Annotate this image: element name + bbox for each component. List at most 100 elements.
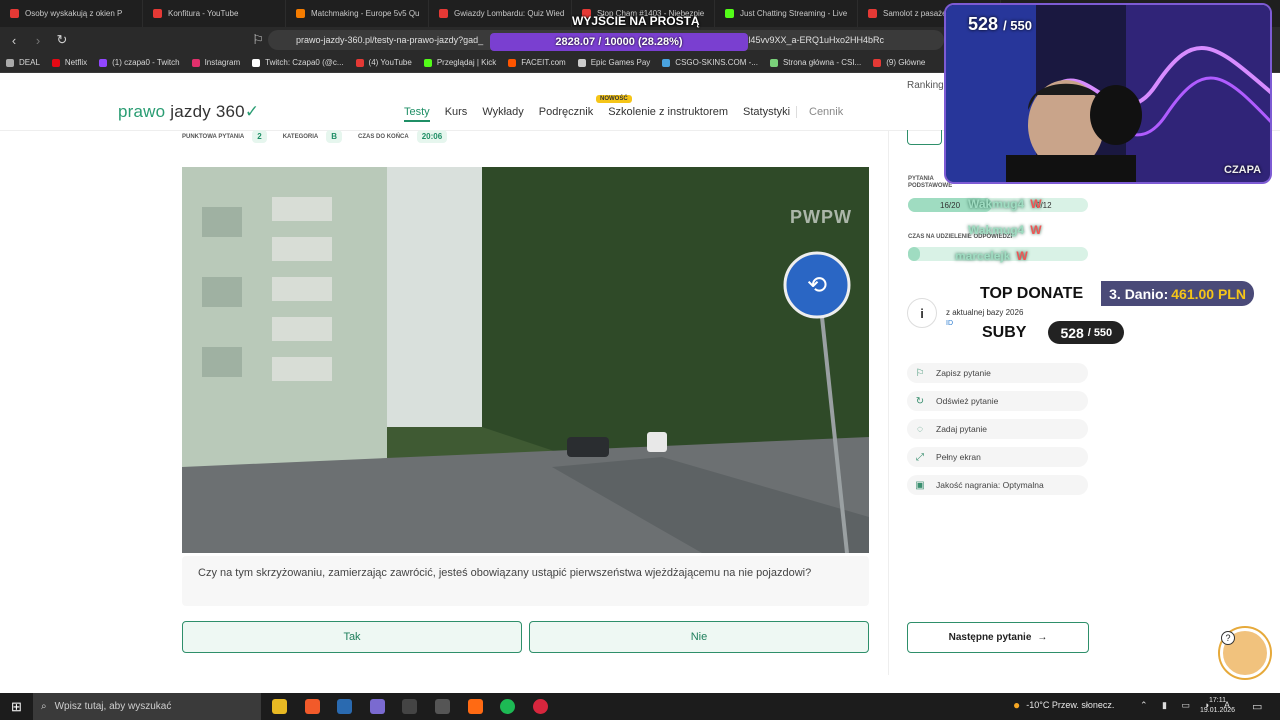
tab-favicon-icon xyxy=(153,9,162,18)
back-icon[interactable]: ‹ xyxy=(4,30,24,50)
bookmark-label: Netflix xyxy=(64,58,88,67)
sidebar-menu-label: Jakość nagrania: Optymalna xyxy=(936,480,1044,490)
bookmark-item[interactable]: Twitch: Czapa0 (@c... xyxy=(252,58,344,67)
sidebar-menu-item[interactable]: ⤢ Pełny ekran xyxy=(907,447,1088,467)
bookmark-favicon-icon xyxy=(873,58,882,67)
bookmark-item[interactable]: Przeglądaj | Kick xyxy=(423,58,496,67)
nav-item[interactable]: Kurs xyxy=(445,106,468,122)
ranking-link[interactable]: Ranking xyxy=(907,80,944,91)
webcam-sub-counter: 528 / 550 xyxy=(968,14,1032,35)
top-donate-label: TOP DONATE xyxy=(960,281,1102,306)
bookmark-item[interactable]: DEAL xyxy=(6,58,40,67)
bookmark-label: Epic Games Pay xyxy=(590,58,651,67)
bookmark-favicon-icon xyxy=(508,58,517,67)
sidebar-menu-label: Zadaj pytanie xyxy=(936,424,988,434)
question-video[interactable]: ⟲ PWPW xyxy=(182,167,869,553)
top-donate-amount: 461.00 PLN xyxy=(1171,285,1246,302)
chat-user: Wakmug4 xyxy=(968,197,1025,211)
chat-message: Wakmug4 W xyxy=(968,223,1042,237)
browser-tab[interactable]: Konfitura - YouTube xyxy=(143,0,286,27)
bookmark-item[interactable]: Epic Games Pay xyxy=(577,58,651,67)
tab-favicon-icon xyxy=(868,9,877,18)
base-info-text: z aktualnej bazy 2026 xyxy=(946,308,1024,317)
chat-text: W xyxy=(1030,197,1042,211)
answer-yes-button[interactable]: Tak xyxy=(182,621,522,653)
steam-icon[interactable] xyxy=(337,699,352,714)
browser-tab[interactable]: Just Chatting Streaming - Live xyxy=(715,0,858,27)
sidebar-menu-label: Zapisz pytanie xyxy=(936,368,991,378)
nav-item[interactable]: Wykłady xyxy=(482,106,523,122)
bookmark-label: (1) czapa0 - Twitch xyxy=(112,58,180,67)
nav-item[interactable]: Testy xyxy=(404,106,430,122)
sidebar-menu-item[interactable]: ▣ Jakość nagrania: Optymalna xyxy=(907,475,1088,495)
bookmark-item[interactable]: CSGO-SKINS.COM -... xyxy=(662,58,758,67)
bookmark-item[interactable]: (1) czapa0 - Twitch xyxy=(99,58,180,67)
question-text: Czy na tym skrzyżowaniu, zamierzając zaw… xyxy=(182,556,869,606)
bookmark-item[interactable]: FACEIT.com xyxy=(508,58,566,67)
sidebar-menu-item[interactable]: ◌ Zadaj pytanie xyxy=(907,419,1088,439)
video-icon: ▣ xyxy=(915,479,925,491)
file-explorer-icon[interactable] xyxy=(272,699,287,714)
tab-title: Gwiazdy Lombardu: Quiz Wied xyxy=(454,9,565,18)
next-question-button[interactable]: Następne pytanie → xyxy=(907,622,1089,653)
sidebar-menu-label: Pełny ekran xyxy=(936,452,981,462)
bookmark-favicon-icon xyxy=(191,58,200,67)
discord-icon[interactable] xyxy=(370,699,385,714)
logo-part-a: prawo xyxy=(118,102,166,121)
taskbar-search[interactable]: ⌕ Wpisz tutaj, aby wyszukać xyxy=(33,693,261,720)
brave-icon[interactable] xyxy=(305,699,320,714)
tab-title: Osoby wyskakują z okien P xyxy=(25,9,123,18)
opera-gx-icon[interactable] xyxy=(533,699,548,714)
next-question-label: Następne pytanie xyxy=(948,632,1032,643)
tab-favicon-icon xyxy=(725,9,734,18)
epic-games-icon[interactable] xyxy=(402,699,417,714)
reload-icon[interactable]: ↻ xyxy=(52,30,72,50)
bookmark-item[interactable]: Instagram xyxy=(191,58,241,67)
help-icon[interactable]: ? xyxy=(1221,631,1235,645)
sun-icon: ● xyxy=(1013,698,1021,712)
category-value[interactable]: B xyxy=(326,130,343,143)
forward-icon[interactable]: › xyxy=(28,30,48,50)
bookmark-label: Twitch: Czapa0 (@c... xyxy=(265,58,344,67)
clock-date: 19.01.2026 xyxy=(1200,707,1236,714)
tab-title: Matchmaking - Europe 5v5 Qu xyxy=(311,9,420,18)
site-logo[interactable]: prawo jazdy 360✓ xyxy=(118,102,259,122)
taskbar-search-placeholder: Wpisz tutaj, aby wyszukać xyxy=(54,701,172,712)
subs-overlay: SUBY 528 / 550 xyxy=(960,320,1125,345)
faceit-icon[interactable] xyxy=(468,699,483,714)
spotify-icon[interactable] xyxy=(500,699,515,714)
clock-time: 17:11 xyxy=(1209,697,1227,704)
bookmark-item[interactable]: (9) Główne xyxy=(873,58,925,67)
sidebar-menu-item[interactable]: ⚐ Zapisz pytanie xyxy=(907,363,1088,383)
browser-tab[interactable]: Gwiazdy Lombardu: Quiz Wied xyxy=(429,0,572,27)
bookmark-label: DEAL xyxy=(19,58,40,67)
bookmark-item[interactable]: Strona główna - CSI... xyxy=(769,58,861,67)
nav-item[interactable]: Podręcznik xyxy=(539,106,593,122)
refresh-icon: ↻ xyxy=(915,395,925,407)
sidebar-top-button[interactable] xyxy=(907,130,942,145)
weather-widget[interactable]: ● -10°C Przew. słonecz. xyxy=(1013,698,1114,712)
tab-title: Samolot z pasażer xyxy=(883,9,950,18)
obs-icon[interactable] xyxy=(435,699,450,714)
arrow-right-icon: → xyxy=(1037,632,1048,643)
bookmark-item[interactable]: Netflix xyxy=(51,58,88,67)
logo-part-b: jazdy xyxy=(170,102,211,121)
bookmark-favicon-icon xyxy=(577,58,586,67)
nav-pricing[interactable]: Cennik xyxy=(796,106,843,118)
taskbar-clock[interactable]: 17:11 19.01.2026 xyxy=(1200,696,1235,716)
browser-tab[interactable]: Matchmaking - Europe 5v5 Qu xyxy=(286,0,429,27)
points-label: PUNKTOWA PYTANIA xyxy=(182,133,245,140)
sidebar-menu-item[interactable]: ↻ Odśwież pytanie xyxy=(907,391,1088,411)
answer-no-button[interactable]: Nie xyxy=(529,621,869,653)
windows-start-icon[interactable]: ⊞ xyxy=(0,693,33,720)
fullscreen-icon: ⤢ xyxy=(916,451,924,463)
tab-favicon-icon xyxy=(439,9,448,18)
bookmark-item[interactable]: (4) YouTube xyxy=(355,58,412,67)
nav-item[interactable]: Statystyki xyxy=(743,106,790,122)
notifications-icon[interactable]: ▭ xyxy=(1252,700,1262,713)
bookmark-favicon-icon xyxy=(252,58,261,67)
bookmark-label: Instagram xyxy=(204,58,241,67)
browser-tab[interactable]: Osoby wyskakują z okien P xyxy=(0,0,143,27)
nav-item[interactable]: Szkolenie z instruktorem xyxy=(608,106,728,122)
bookmark-star-icon[interactable]: ⚐ xyxy=(248,30,268,50)
